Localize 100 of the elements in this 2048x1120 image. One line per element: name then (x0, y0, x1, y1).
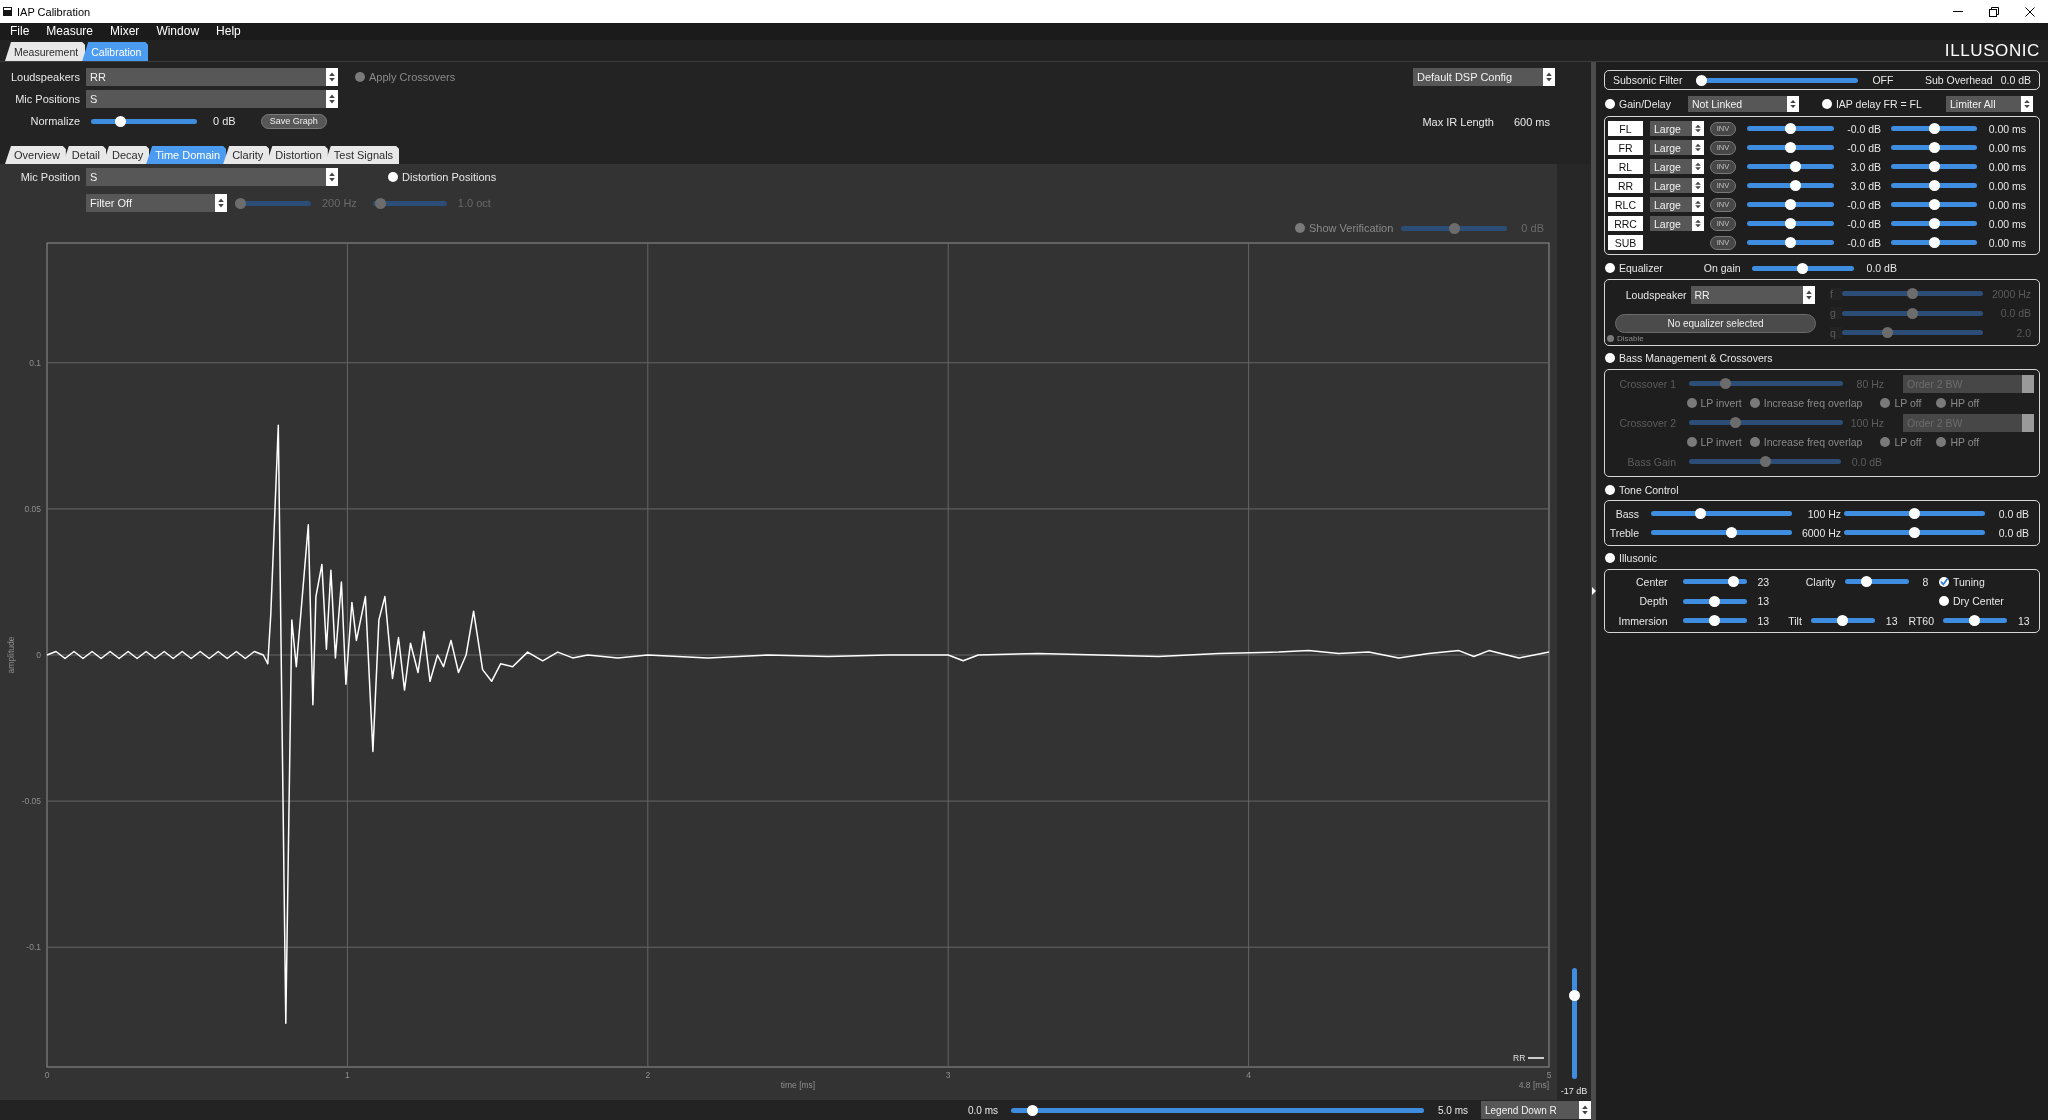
slider-track[interactable] (1844, 576, 1909, 587)
dropdown[interactable]: Legend Down R (1481, 1101, 1591, 1119)
slider-track[interactable] (1747, 199, 1834, 210)
dropdown[interactable]: Limiter All (1946, 96, 2033, 112)
slider-track[interactable] (1891, 123, 1977, 134)
tab[interactable]: Test Signals (324, 146, 400, 164)
slider-track[interactable] (1682, 615, 1747, 626)
menu-item[interactable]: Mixer (110, 24, 140, 39)
slider-thumb[interactable] (1695, 508, 1707, 519)
tab[interactable]: Overview (5, 146, 66, 164)
slider-track[interactable] (1651, 527, 1792, 538)
radio-circle-icon[interactable] (1605, 353, 1615, 363)
slider-thumb[interactable] (1785, 199, 1796, 210)
toggle-option[interactable]: Tuning (1939, 575, 1985, 588)
channel-button[interactable]: RLC (1608, 197, 1643, 212)
slider-track[interactable] (1689, 417, 1843, 428)
slider-track[interactable] (372, 197, 447, 209)
channel-button[interactable]: RL (1608, 159, 1643, 174)
slider-thumb[interactable] (1928, 237, 1940, 248)
restore-icon[interactable] (1989, 6, 1999, 17)
dropdown[interactable]: Default DSP Config (1413, 68, 1555, 86)
channel-button[interactable]: RRC (1608, 216, 1643, 231)
slider-thumb[interactable] (1709, 595, 1720, 607)
slider-track[interactable] (1682, 595, 1747, 607)
tab[interactable]: Distortion (266, 146, 328, 164)
slider-track[interactable] (1689, 456, 1841, 467)
slider-track[interactable] (1844, 508, 1985, 519)
slider-thumb[interactable] (114, 115, 126, 127)
checked-circle-icon[interactable] (1939, 576, 1949, 587)
channel-button[interactable]: FR (1608, 140, 1643, 155)
slider-thumb[interactable] (1969, 615, 1981, 626)
slider-track[interactable] (1891, 199, 1977, 210)
slider-thumb[interactable] (1696, 74, 1708, 86)
dropdown[interactable]: Large (1650, 121, 1704, 136)
radio-option[interactable]: IAP delay FR = FL (1821, 98, 1922, 110)
radio-circle-icon[interactable] (1605, 553, 1615, 563)
dropdown[interactable]: S (86, 90, 338, 108)
menu-item[interactable]: Help (216, 24, 241, 39)
slider-track[interactable] (1682, 576, 1747, 587)
close-icon[interactable] (2025, 6, 2035, 17)
slider-track[interactable] (1891, 237, 1977, 248)
radio-circle-icon[interactable] (1605, 485, 1615, 495)
slider-thumb[interactable] (1790, 161, 1802, 172)
slider-thumb[interactable] (1837, 615, 1849, 626)
slider-thumb[interactable] (1928, 180, 1940, 191)
slider-track[interactable] (1401, 222, 1508, 234)
radio-circle-icon[interactable] (388, 172, 398, 182)
slider-track[interactable] (1747, 161, 1834, 172)
slider-track[interactable] (1747, 142, 1834, 153)
radio-option[interactable]: Gain/Delay (1605, 98, 1671, 110)
dropdown[interactable]: Large (1650, 178, 1704, 193)
slider-track[interactable] (1747, 123, 1834, 134)
channel-button[interactable]: SUB (1608, 235, 1643, 250)
toggle-option[interactable]: Dry Center (1939, 595, 2004, 607)
slider-thumb[interactable] (1928, 218, 1940, 229)
dropdown[interactable]: S (86, 168, 338, 186)
slider-thumb[interactable] (1027, 1104, 1039, 1116)
slider-track[interactable] (1891, 161, 1977, 172)
radio-circle-icon[interactable] (1821, 99, 1832, 109)
slider-track[interactable] (1747, 218, 1834, 229)
slider-thumb[interactable] (1709, 615, 1720, 626)
save-graph-button[interactable]: Save Graph (260, 113, 327, 129)
radio-option[interactable]: Illusonic (1605, 552, 1657, 564)
slider-thumb[interactable] (1785, 123, 1796, 134)
slider-track[interactable] (1844, 527, 1985, 538)
dropdown[interactable]: Not Linked (1687, 96, 1799, 112)
slider-track[interactable] (1696, 74, 1859, 86)
triangle-right-icon[interactable] (1591, 587, 1596, 595)
dropdown[interactable]: RR (1690, 285, 1815, 304)
slider-track[interactable] (235, 197, 311, 209)
slider-track[interactable] (1689, 378, 1843, 389)
slider-thumb[interactable] (1785, 218, 1796, 229)
dropdown[interactable]: RR (86, 68, 338, 86)
slider-thumb[interactable] (1785, 142, 1796, 153)
equalizer-status-button[interactable]: No equalizer selected (1615, 313, 1816, 333)
menu-item[interactable]: File (10, 24, 30, 39)
slider-track[interactable] (1651, 508, 1792, 519)
slider-thumb[interactable] (1797, 262, 1809, 274)
slider-track[interactable] (1011, 1104, 1424, 1116)
radio-option[interactable]: Equalizer (1605, 262, 1663, 274)
radio-circle-icon[interactable] (1939, 596, 1949, 606)
slider-thumb[interactable] (1909, 508, 1920, 519)
menu-item[interactable]: Window (156, 24, 200, 39)
tab[interactable]: Measurement (5, 42, 86, 61)
slider-track[interactable] (1747, 237, 1834, 248)
slider-thumb[interactable] (1785, 237, 1796, 248)
slider-thumb[interactable] (1928, 142, 1940, 153)
slider-thumb[interactable] (1928, 123, 1940, 134)
slider-thumb[interactable] (1861, 576, 1873, 587)
slider-track[interactable] (1568, 968, 1580, 1079)
dropdown[interactable]: Large (1650, 140, 1704, 155)
radio-circle-icon[interactable] (1605, 263, 1615, 273)
channel-button[interactable]: FL (1608, 121, 1643, 136)
radio-option[interactable]: Tone Control (1605, 484, 1679, 496)
channel-button[interactable]: RR (1608, 178, 1643, 193)
menu-item[interactable]: Measure (46, 24, 94, 39)
dropdown[interactable]: Filter Off (86, 194, 227, 212)
slider-thumb[interactable] (1727, 576, 1739, 587)
slider-thumb[interactable] (1568, 990, 1580, 1001)
slider-track[interactable] (1751, 262, 1854, 274)
